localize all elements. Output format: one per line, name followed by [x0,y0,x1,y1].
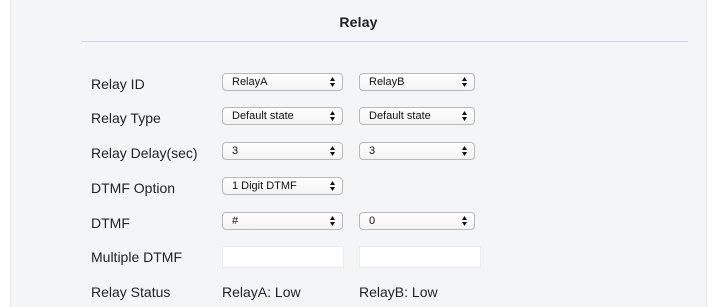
relay-b-status: RelayB: Low [359,284,438,300]
dtmf-option-value: 1 Digit DTMF [232,180,297,192]
relay-delay-b-value: 3 [369,145,376,157]
relay-id-label: Relay ID [91,76,145,92]
relay-type-b-select[interactable]: Default state [359,107,475,125]
relay-status-label: Relay Status [91,284,171,300]
section-title: Relay [339,14,378,30]
relay-delay-label: Relay Delay(sec) [91,145,198,161]
up-down-chevron-icon [462,215,467,227]
dtmf-option-select[interactable]: 1 Digit DTMF [222,177,343,195]
dtmf-b-select[interactable]: 0 [359,212,475,230]
relay-id-a-value: RelayA [232,76,268,88]
dtmf-option-label: DTMF Option [91,180,176,196]
up-down-chevron-icon [462,145,467,157]
relay-id-b-value: RelayB [369,76,405,88]
relay-delay-a-select[interactable]: 3 [222,142,343,160]
multiple-dtmf-b-input[interactable] [359,246,481,268]
up-down-chevron-icon [462,76,467,88]
relay-id-b-select[interactable]: RelayB [359,73,475,91]
dtmf-b-value: 0 [369,215,376,227]
relay-type-b-value: Default state [369,110,431,122]
up-down-chevron-icon [330,215,335,227]
up-down-chevron-icon [462,110,467,122]
row-relay-status: Relay Status RelayA: Low RelayB: Low [11,281,706,303]
row-dtmf-option: DTMF Option 1 Digit DTMF [11,177,706,199]
relay-delay-b-select[interactable]: 3 [359,142,475,160]
relay-id-a-select[interactable]: RelayA [222,73,343,91]
relay-a-status: RelayA: Low [222,284,301,300]
multiple-dtmf-a-input[interactable] [222,246,344,268]
relay-type-label: Relay Type [91,110,161,126]
relay-panel: Relay Relay ID RelayA RelayB Relay Type … [10,0,707,307]
row-dtmf: DTMF # 0 [11,212,706,234]
row-multiple-dtmf: Multiple DTMF [11,246,706,268]
dtmf-a-select[interactable]: # [222,212,343,230]
multiple-dtmf-label: Multiple DTMF [91,249,183,265]
relay-type-a-select[interactable]: Default state [222,107,343,125]
relay-delay-a-value: 3 [232,145,239,157]
up-down-chevron-icon [330,110,335,122]
dtmf-label: DTMF [91,215,130,231]
up-down-chevron-icon [330,76,335,88]
title-divider [81,41,688,42]
row-relay-delay: Relay Delay(sec) 3 3 [11,142,706,164]
up-down-chevron-icon [330,145,335,157]
row-relay-type: Relay Type Default state Default state [11,107,706,129]
dtmf-a-value: # [232,215,239,227]
row-relay-id: Relay ID RelayA RelayB [11,73,706,95]
relay-type-a-value: Default state [232,110,294,122]
up-down-chevron-icon [330,180,335,192]
